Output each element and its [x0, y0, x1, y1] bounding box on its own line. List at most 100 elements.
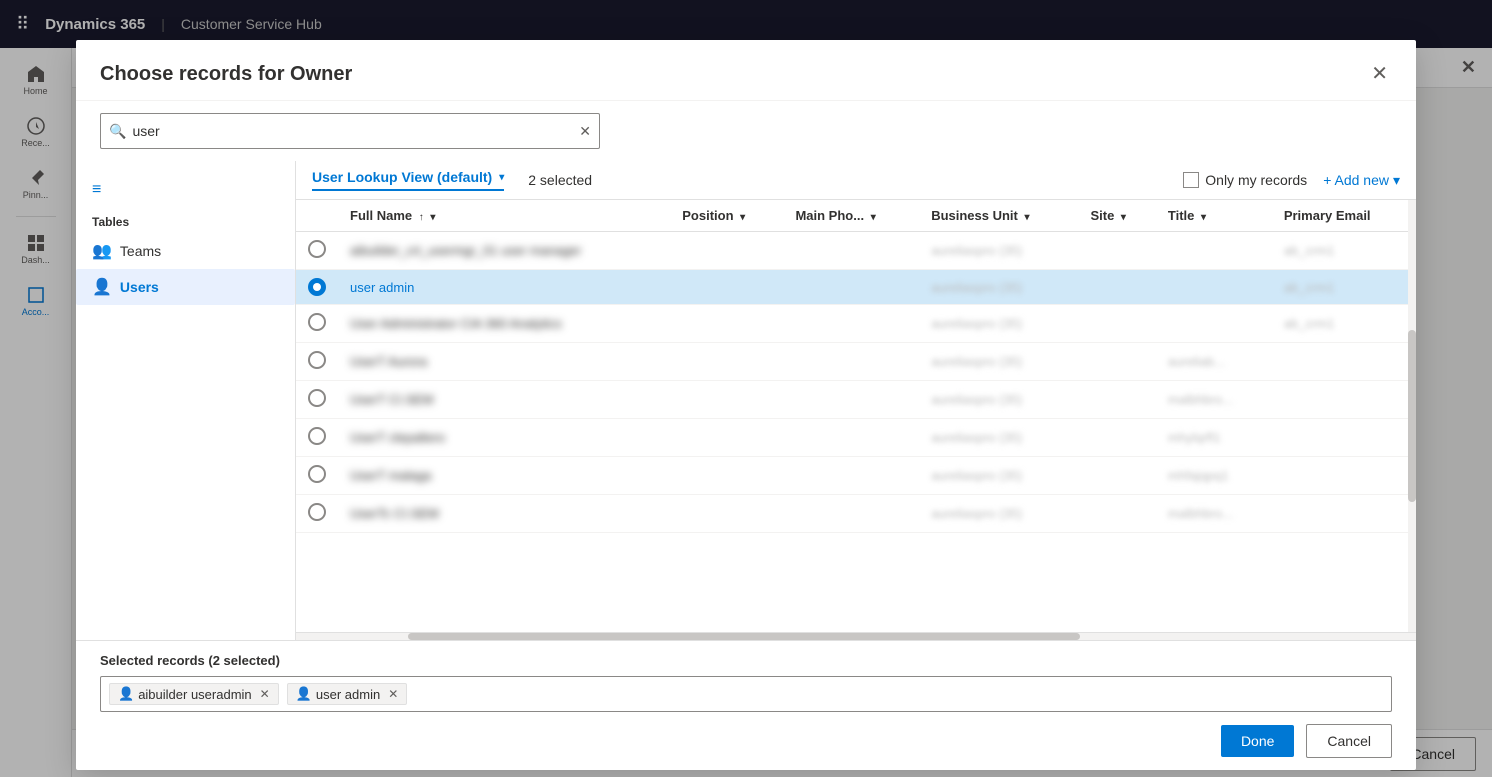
row-name-link[interactable]: user admin — [350, 280, 414, 295]
vertical-scrollbar[interactable] — [1408, 200, 1416, 632]
row-radio-cell[interactable] — [296, 343, 338, 381]
row-primary-email — [1272, 343, 1416, 381]
row-phone — [783, 381, 919, 419]
tag-person-icon: 👤 — [118, 686, 134, 702]
selected-records-label: Selected records (2 selected) — [100, 653, 1392, 668]
row-position — [670, 343, 783, 381]
toolbar-row: User Lookup View (default) ▾ 2 selected … — [296, 161, 1416, 200]
footer-row: 👤aibuilder useradmin✕👤user admin✕ — [100, 676, 1392, 712]
add-new-label: + Add new — [1323, 172, 1389, 188]
modal-body: ≡ Tables 👥 Teams 👤 Users User Lookup Vie… — [76, 161, 1416, 640]
row-radio-icon[interactable] — [308, 278, 326, 296]
row-radio-icon[interactable] — [308, 313, 326, 331]
tag-label: aibuilder useradmin — [138, 687, 251, 702]
teams-icon: 👥 — [92, 241, 112, 261]
row-full-name[interactable]: UserT Aurora — [338, 343, 670, 381]
table-row[interactable]: UserTc CI.SEMaureliaspro (35)malbhbro... — [296, 495, 1416, 533]
add-new-chevron-icon: ▾ — [1393, 172, 1400, 189]
row-title: mhfajqpq1 — [1156, 457, 1272, 495]
row-radio-cell[interactable] — [296, 381, 338, 419]
row-radio-icon[interactable] — [308, 503, 326, 521]
row-radio-cell[interactable] — [296, 232, 338, 270]
scrollbar-thumb[interactable] — [1408, 330, 1416, 503]
row-full-name[interactable]: UserT malaga — [338, 457, 670, 495]
users-label: Users — [120, 279, 159, 295]
row-primary-email — [1272, 495, 1416, 533]
row-phone — [783, 305, 919, 343]
view-selector[interactable]: User Lookup View (default) ▾ — [312, 169, 504, 191]
modal-header: Choose records for Owner ✕ — [76, 40, 1416, 101]
teams-label: Teams — [120, 243, 161, 259]
col-site[interactable]: Site ▾ — [1078, 200, 1155, 232]
horizontal-scrollbar[interactable] — [296, 632, 1416, 640]
tag-close-icon[interactable]: ✕ — [388, 687, 398, 701]
tag-label: user admin — [316, 687, 380, 702]
row-full-name[interactable]: aibuilder_crt_usermgr_01 user manager — [338, 232, 670, 270]
row-primary-email — [1272, 381, 1416, 419]
table-row[interactable]: User Administrator CIA 360 Analyticsaure… — [296, 305, 1416, 343]
row-full-name[interactable]: user admin — [338, 270, 670, 305]
hscroll-thumb[interactable] — [408, 633, 1080, 640]
row-phone — [783, 343, 919, 381]
col-full-name[interactable]: Full Name ↑ ▾ — [338, 200, 670, 232]
row-site — [1078, 232, 1155, 270]
col-business-unit[interactable]: Business Unit ▾ — [919, 200, 1078, 232]
row-site — [1078, 419, 1155, 457]
row-position — [670, 381, 783, 419]
cancel-button[interactable]: Cancel — [1306, 724, 1392, 758]
row-site — [1078, 495, 1155, 533]
table-row[interactable]: aibuilder_crt_usermgr_01 user manageraur… — [296, 232, 1416, 270]
row-full-name[interactable]: UserTc CI.SEM — [338, 495, 670, 533]
row-radio-cell[interactable] — [296, 457, 338, 495]
row-full-name[interactable]: User Administrator CIA 360 Analytics — [338, 305, 670, 343]
sidebar-item-teams[interactable]: 👥 Teams — [76, 233, 295, 269]
row-title — [1156, 232, 1272, 270]
row-full-name[interactable]: UserT clepaltero — [338, 419, 670, 457]
row-position — [670, 419, 783, 457]
row-full-name[interactable]: UserT CI.SEM — [338, 381, 670, 419]
row-business-unit: aureliaspro (35) — [919, 270, 1078, 305]
hamburger-icon[interactable]: ≡ — [76, 173, 295, 207]
only-my-records-checkbox[interactable]: Only my records — [1183, 172, 1307, 188]
sidebar-item-users[interactable]: 👤 Users — [76, 269, 295, 305]
row-business-unit: aureliaspro (35) — [919, 381, 1078, 419]
row-radio-cell[interactable] — [296, 270, 338, 305]
modal-title: Choose records for Owner — [100, 63, 1367, 86]
search-icon: 🔍 — [109, 123, 126, 140]
table-row[interactable]: UserT Auroraaureliaspro (35)aureliab... — [296, 343, 1416, 381]
choose-records-modal: Choose records for Owner ✕ 🔍 ✕ ≡ Tables … — [76, 40, 1416, 770]
row-business-unit: aureliaspro (35) — [919, 343, 1078, 381]
row-radio-cell[interactable] — [296, 495, 338, 533]
table-row[interactable]: UserT CI.SEMaureliaspro (35)malbhbro... — [296, 381, 1416, 419]
row-phone — [783, 419, 919, 457]
row-site — [1078, 457, 1155, 495]
left-panel: ≡ Tables 👥 Teams 👤 Users — [76, 161, 296, 640]
col-title[interactable]: Title ▾ — [1156, 200, 1272, 232]
row-position — [670, 232, 783, 270]
table-row[interactable]: user adminaureliaspro (35)ab_crm1 — [296, 270, 1416, 305]
col-main-phone[interactable]: Main Pho... ▾ — [783, 200, 919, 232]
row-site — [1078, 270, 1155, 305]
view-selector-label: User Lookup View (default) — [312, 169, 492, 185]
col-position[interactable]: Position ▾ — [670, 200, 783, 232]
search-input[interactable] — [132, 123, 573, 139]
row-radio-cell[interactable] — [296, 305, 338, 343]
row-radio-icon[interactable] — [308, 351, 326, 369]
col-full-name-chevron-icon: ▾ — [430, 212, 435, 223]
done-button[interactable]: Done — [1221, 725, 1294, 757]
row-title — [1156, 270, 1272, 305]
tag-close-icon[interactable]: ✕ — [260, 687, 270, 701]
add-new-button[interactable]: + Add new ▾ — [1323, 172, 1400, 189]
modal-close-icon[interactable]: ✕ — [1367, 60, 1392, 88]
records-table: Full Name ↑ ▾ Position ▾ Main Pho... ▾ — [296, 200, 1416, 533]
table-row[interactable]: UserT malagaaureliaspro (35)mhfajqpq1 — [296, 457, 1416, 495]
row-radio-icon[interactable] — [308, 240, 326, 258]
row-radio-icon[interactable] — [308, 465, 326, 483]
row-radio-cell[interactable] — [296, 419, 338, 457]
row-business-unit: aureliaspro (35) — [919, 495, 1078, 533]
table-row[interactable]: UserT clepalteroaureliaspro (35)mhylqrfl… — [296, 419, 1416, 457]
row-position — [670, 305, 783, 343]
row-radio-icon[interactable] — [308, 389, 326, 407]
search-clear-icon[interactable]: ✕ — [579, 123, 591, 140]
row-radio-icon[interactable] — [308, 427, 326, 445]
